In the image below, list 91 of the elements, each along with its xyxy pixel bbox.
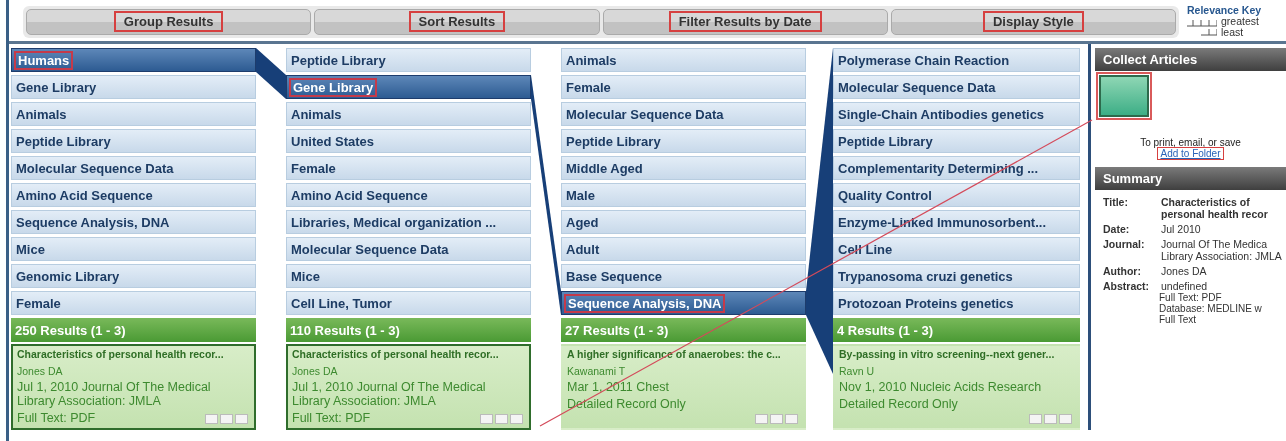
- result-title[interactable]: A higher significance of anaerobes: the c...: [567, 348, 800, 360]
- filter-item[interactable]: Molecular Sequence Data: [833, 75, 1080, 99]
- relevance-icon: [755, 414, 798, 424]
- results-header: 27 Results (1 - 3): [561, 318, 806, 342]
- summary-line: Full Text: PDF: [1159, 292, 1223, 303]
- filter-item[interactable]: Animals: [286, 102, 531, 126]
- result-citation: Jul 1, 2010 Journal Of The Medical Library Association: JMLA: [17, 380, 212, 408]
- result-title[interactable]: Characteristics of personal health recor...: [17, 348, 250, 360]
- result-author: Kawanami T: [567, 365, 627, 377]
- filter-item[interactable]: Single-Chain Antibodies genetics: [833, 102, 1080, 126]
- filter-item[interactable]: Trypanosoma cruzi genetics: [833, 264, 1080, 288]
- field-value: Characteristics of personal health recor: [1161, 196, 1269, 220]
- relevance-key-title: Relevance Key: [1187, 5, 1263, 16]
- connector-shape: [256, 48, 286, 99]
- filter-item[interactable]: Cell Line: [833, 237, 1080, 261]
- filter-item[interactable]: Genomic Library: [11, 264, 256, 288]
- filter-item[interactable]: Sequence Analysis, DNA: [11, 210, 256, 234]
- field-value: Jones DA: [1161, 265, 1208, 277]
- filter-item[interactable]: Male: [561, 183, 806, 207]
- field-value: undefined: [1161, 280, 1209, 292]
- field-label: Abstract:: [1103, 280, 1151, 292]
- filter-item[interactable]: Middle Aged: [561, 156, 806, 180]
- filter-item[interactable]: Libraries, Medical organization ...: [286, 210, 531, 234]
- filter-item[interactable]: Adult: [561, 237, 806, 261]
- filter-item[interactable]: Amino Acid Sequence: [286, 183, 531, 207]
- filter-item[interactable]: Female: [286, 156, 531, 180]
- filter-item[interactable]: Animals: [11, 102, 256, 126]
- toolbar-button[interactable]: Filter Results by Date: [602, 8, 888, 35]
- result-access: Full Text: PDF: [17, 411, 96, 425]
- filter-item[interactable]: Peptide Library: [286, 48, 531, 72]
- summary-line: Database: MEDLINE w: [1159, 303, 1263, 314]
- relevance-icon: [1029, 414, 1072, 424]
- filter-item[interactable]: Protozoan Proteins genetics: [833, 291, 1080, 315]
- filter-item[interactable]: Polymerase Chain Reaction: [833, 48, 1080, 72]
- field-label: Author:: [1103, 265, 1142, 277]
- result-citation: Jul 1, 2010 Journal Of The Medical Library Association: JMLA: [292, 380, 487, 408]
- result-card[interactable]: Characteristics of personal health recor... Jones DA Jul 1, 2010 Journal Of The Medical Library Association: JMLA Full Text: PDF: [286, 344, 531, 430]
- results-header: 4 Results (1 - 3): [833, 318, 1080, 342]
- filter-item[interactable]: Humans: [11, 48, 256, 72]
- relevance-icon: [480, 414, 523, 424]
- filter-item[interactable]: Peptide Library: [561, 129, 806, 153]
- result-author: Jones DA: [17, 365, 64, 377]
- filter-item[interactable]: Sequence Analysis, DNA: [561, 291, 806, 315]
- result-title[interactable]: By-passing in vitro screening--next gener...: [839, 348, 1074, 360]
- filter-item[interactable]: Molecular Sequence Data: [286, 237, 531, 261]
- greatest-label: greatest: [1221, 16, 1259, 27]
- panel-header: Summary: [1095, 167, 1286, 190]
- summary-line: Full Text: [1159, 314, 1198, 325]
- field-value: Journal Of The Medica Library Association: JMLA: [1161, 238, 1283, 262]
- filter-item[interactable]: Base Sequence: [561, 264, 806, 288]
- relevance-icon: [205, 414, 248, 424]
- field-label: Journal:: [1103, 238, 1146, 252]
- result-author: Jones DA: [292, 365, 339, 377]
- filter-item[interactable]: Molecular Sequence Data: [11, 156, 256, 180]
- least-label: least: [1221, 27, 1244, 38]
- toolbar-button[interactable]: Group Results: [26, 8, 312, 35]
- filter-item[interactable]: Amino Acid Sequence: [11, 183, 256, 207]
- relevance-scale-icon: [1187, 17, 1217, 37]
- panel-header: Collect Articles: [1095, 48, 1286, 71]
- filter-item[interactable]: Peptide Library: [833, 129, 1080, 153]
- filter-item[interactable]: Female: [11, 291, 256, 315]
- filter-item[interactable]: Female: [561, 75, 806, 99]
- results-header: 250 Results (1 - 3): [11, 318, 256, 342]
- filter-item[interactable]: United States: [286, 129, 531, 153]
- filter-item[interactable]: Aged: [561, 210, 806, 234]
- filter-item[interactable]: Quality Control: [833, 183, 1080, 207]
- result-access: Full Text: PDF: [292, 411, 371, 425]
- result-citation: Nov 1, 2010 Nucleic Acids Research: [839, 380, 1043, 394]
- toolbar-button[interactable]: Display Style: [890, 8, 1176, 35]
- field-label: Title:: [1103, 196, 1129, 210]
- add-to-folder-link[interactable]: Add to Folder: [1158, 148, 1223, 159]
- filter-item[interactable]: Gene Library: [11, 75, 256, 99]
- filter-item[interactable]: Animals: [561, 48, 806, 72]
- filter-item[interactable]: Mice: [11, 237, 256, 261]
- result-card[interactable]: Characteristics of personal health recor... Jones DA Jul 1, 2010 Journal Of The Medical Library Association: JMLA Full Text: PDF: [11, 344, 256, 430]
- result-title[interactable]: Characteristics of personal health recor...: [292, 348, 525, 360]
- filter-item[interactable]: Molecular Sequence Data: [561, 102, 806, 126]
- toolbar-button[interactable]: Sort Results: [314, 8, 600, 35]
- result-card[interactable]: By-passing in vitro screening--next gener... Ravn U Nov 1, 2010 Nucleic Acids Research Detailed Record Only: [833, 344, 1080, 430]
- field-label: Date:: [1103, 223, 1131, 235]
- filter-item[interactable]: Cell Line, Tumor: [286, 291, 531, 315]
- folder-drop-area[interactable]: [1099, 75, 1149, 117]
- filter-item[interactable]: Gene Library: [286, 75, 531, 99]
- result-author: Ravn U: [839, 365, 875, 377]
- field-value: Jul 2010: [1161, 223, 1202, 235]
- result-citation: Mar 1, 2011 Chest: [567, 380, 670, 394]
- collect-hint: To print, email, or save: [1139, 137, 1242, 148]
- filter-item[interactable]: Peptide Library: [11, 129, 256, 153]
- filter-item[interactable]: Mice: [286, 264, 531, 288]
- results-header: 110 Results (1 - 3): [286, 318, 531, 342]
- result-access: Detailed Record Only: [839, 397, 958, 411]
